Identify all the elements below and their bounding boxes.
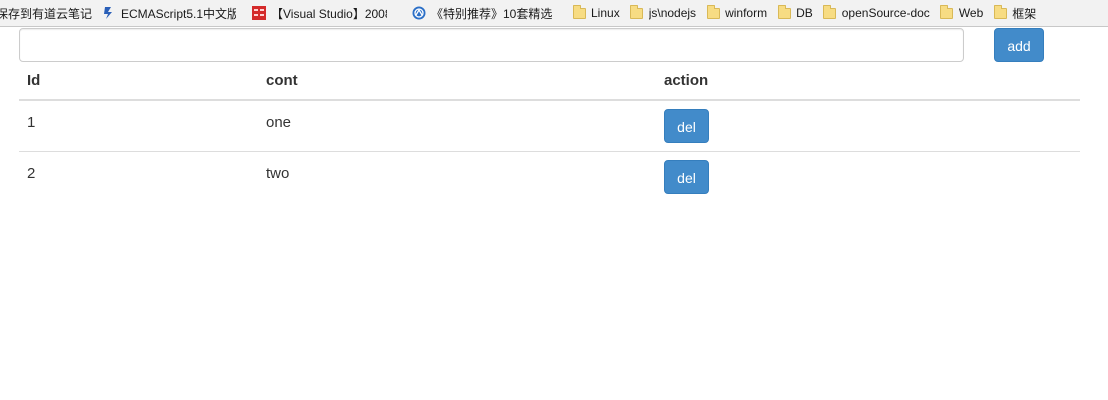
table-header-row: Id cont action [19,62,1080,101]
folder-icon [572,4,586,20]
folder-icon [777,4,791,20]
cell-action: del [656,151,1080,202]
bookmark-label: js\nodejs [648,6,697,20]
bookmark-label: 已保存到有道云笔记 [0,6,92,21]
items-table: Id cont action 1 one del 2 two del [19,62,1080,202]
bookmark-label: 《特别推荐》10套精选 [431,6,553,21]
bookmark-folder-opensource-doc[interactable]: openSource-doc [819,3,936,23]
bookmark-folder-nodejs[interactable]: js\nodejs [626,3,702,23]
delete-button[interactable]: del [664,109,709,143]
cell-cont: two [266,164,290,182]
column-header-action: action [656,62,1080,101]
column-header-cont: cont [258,62,656,101]
bookmark-youdao-note[interactable]: 已保存到有道云笔记 [0,3,98,23]
add-form: add [19,28,1080,62]
table-row: 2 two del [19,151,1080,202]
main-content: add Id cont action 1 one del 2 two del [19,28,1080,194]
cell-id: 2 [27,164,36,182]
cell-action: del [656,100,1080,152]
bookmark-visual-studio[interactable]: 【Visual Studio】2008 [248,3,408,23]
cell-id: 1 [19,100,258,152]
folder-icon [706,4,720,20]
bookmark-folder-web[interactable]: Web [936,3,989,23]
ecmascript-icon [102,6,116,20]
bookmark-folder-winform[interactable]: winform [702,3,773,23]
folder-icon [993,4,1007,20]
bookmark-label: Web [958,6,984,20]
bookmark-folder-framework[interactable]: 框架 [989,3,1042,23]
folder-icon [940,4,954,20]
bookmark-label: winform [725,6,768,20]
cell-cont: one [258,100,656,152]
content-input[interactable] [19,28,964,62]
bookmark-ecmascript[interactable]: ECMAScript5.1中文版 [98,3,248,23]
bookmark-label: ECMAScript5.1中文版 [121,6,236,21]
folder-icon [823,4,837,20]
bookmark-folder-db[interactable]: DB [773,3,819,23]
bookmark-label: Linux [591,6,620,20]
bookmark-label: DB [796,6,813,20]
bookmark-recommend[interactable]: 《特别推荐》10套精选 [408,3,568,23]
bookmark-label: openSource-doc [841,6,930,20]
add-button[interactable]: add [994,28,1044,62]
table-row: 1 one del [19,100,1080,152]
bookmark-label: 【Visual Studio】2008 [271,6,387,21]
bookmark-label: 框架 [1012,6,1037,21]
bookmarks-bar: 已保存到有道云笔记 ECMAScript5.1中文版 【Visual Studi… [0,0,1108,27]
bookmark-folder-linux[interactable]: Linux [568,3,626,23]
site-icon [412,6,426,20]
folder-icon [630,4,644,20]
delete-button[interactable]: del [664,159,709,194]
column-header-id: Id [19,62,258,101]
blog-icon [252,6,266,20]
